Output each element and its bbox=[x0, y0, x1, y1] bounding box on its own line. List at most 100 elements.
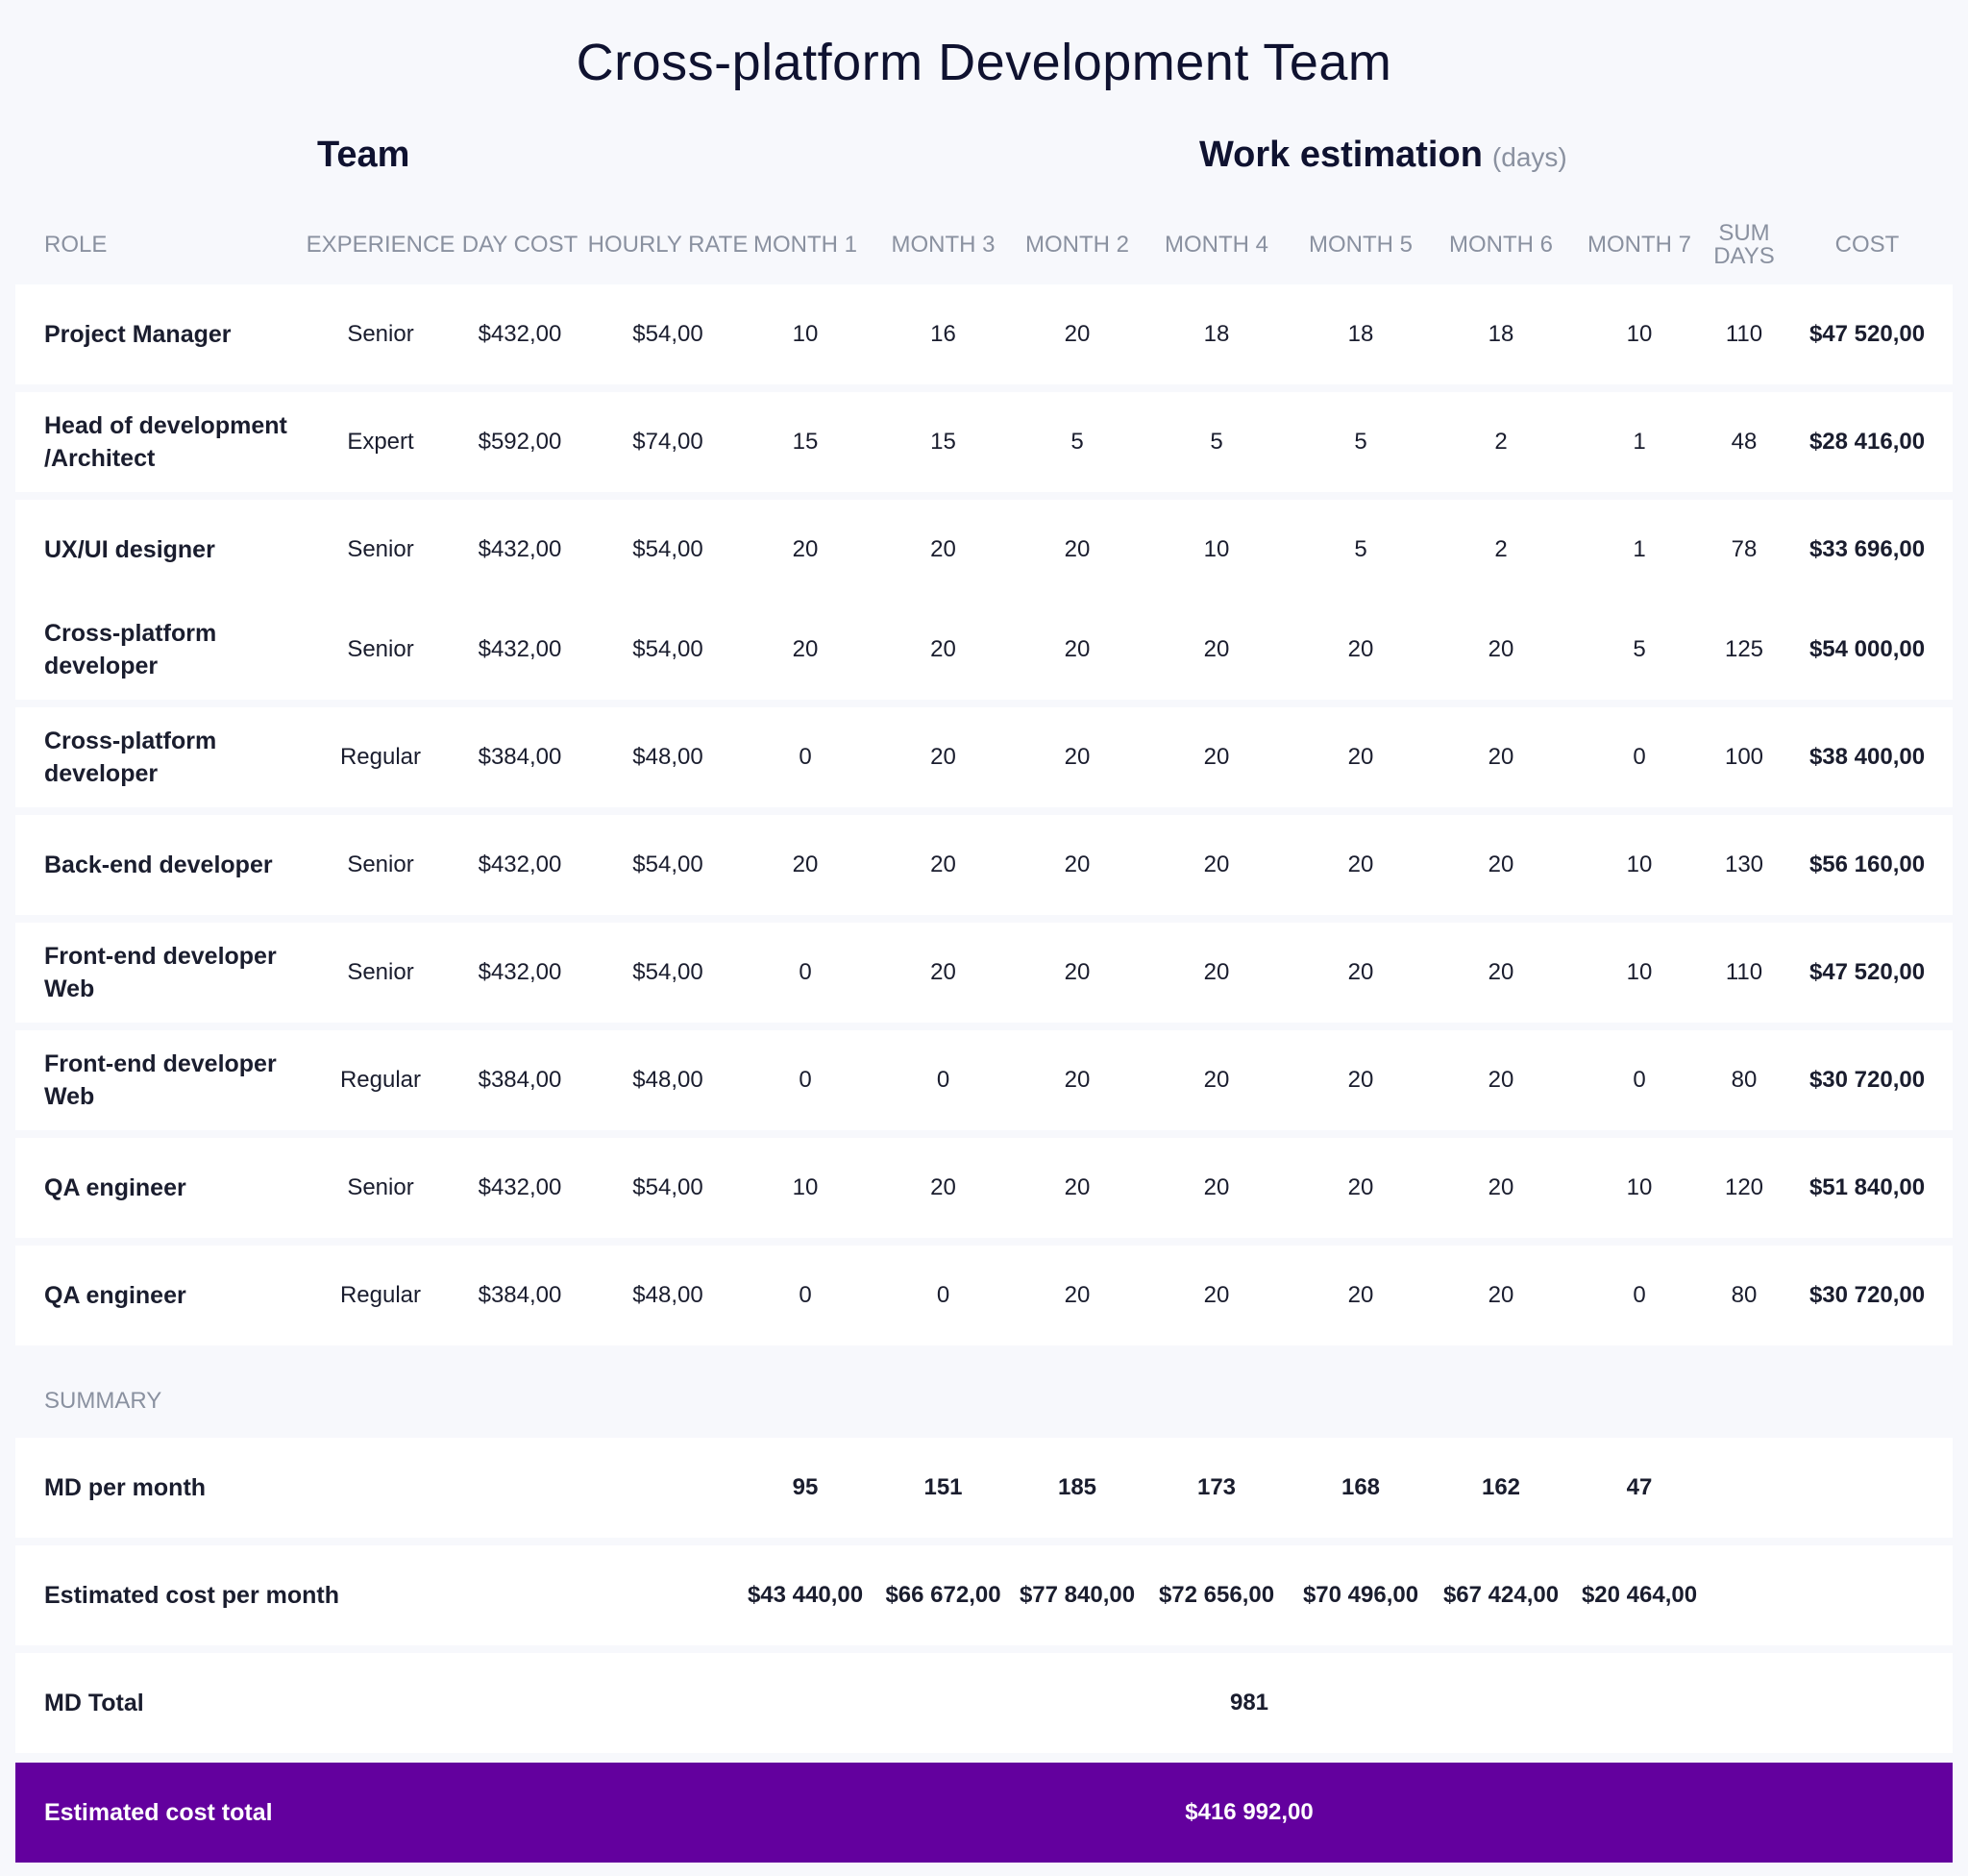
month-value-cell: 20 bbox=[930, 636, 956, 662]
month-value-cell: 20 bbox=[1064, 536, 1091, 562]
col-header-m4: MONTH 4 bbox=[1165, 232, 1268, 258]
cost-month-value: $20 464,00 bbox=[1581, 1582, 1698, 1608]
month-value-cell: 16 bbox=[930, 321, 956, 347]
month-value-cell: 2 bbox=[1494, 429, 1508, 455]
cost-per-month-row-label: Estimated cost per month bbox=[44, 1582, 339, 1609]
month-value-cell: 20 bbox=[1347, 852, 1374, 877]
month-value-cell: 20 bbox=[1064, 744, 1091, 770]
page-title: Cross-platform Development Team bbox=[576, 34, 1392, 91]
role-cell: Head of development /Architect bbox=[44, 412, 287, 472]
month-value-cell: 0 bbox=[936, 1067, 950, 1093]
cost-cell: $56 160,00 bbox=[1808, 852, 1926, 877]
month-value-cell: 20 bbox=[930, 1174, 956, 1200]
cost-month-value: $43 440,00 bbox=[747, 1582, 864, 1608]
day-cost-cell: $432,00 bbox=[478, 959, 562, 985]
cost-cell: $54 000,00 bbox=[1808, 636, 1926, 662]
month-value-cell: 20 bbox=[1347, 744, 1374, 770]
sum-days-cell: 80 bbox=[1731, 1282, 1758, 1308]
experience-cell: Senior bbox=[347, 321, 414, 347]
cost-month-value: $70 496,00 bbox=[1302, 1582, 1419, 1608]
table-row: QA engineer Regular $384,00 $48,00 0 0 20 20 20 2… bbox=[15, 1246, 1953, 1345]
summary-label: SUMMARY bbox=[44, 1388, 162, 1414]
cost-per-month-row: Estimated cost per month $43 440,00 $66 67… bbox=[15, 1545, 1953, 1645]
month-value-cell: 20 bbox=[1064, 1067, 1091, 1093]
md-month-value: 185 bbox=[1057, 1474, 1097, 1500]
hourly-rate-cell: $54,00 bbox=[632, 852, 703, 877]
md-month-value: 47 bbox=[1626, 1474, 1653, 1500]
role-cell: UX/UI designer bbox=[44, 536, 215, 563]
table-row: UX/UI designer Senior $432,00 $54,00 20 20 20 1… bbox=[15, 500, 1953, 600]
month-value-cell: 5 bbox=[1354, 536, 1367, 562]
estimated-cost-total-row: Estimated cost total $416 992,00 bbox=[15, 1763, 1953, 1863]
month-value-cell: 20 bbox=[1203, 636, 1230, 662]
sum-days-cell: 110 bbox=[1725, 959, 1763, 985]
work-unit-label: (days) bbox=[1491, 142, 1567, 172]
month-value-cell: 15 bbox=[930, 429, 956, 455]
month-value-cell: 20 bbox=[1488, 959, 1514, 985]
month-value-cell: 18 bbox=[1347, 321, 1374, 347]
experience-cell: Regular bbox=[339, 1067, 422, 1093]
role-cell: Cross-platform developer bbox=[44, 728, 217, 787]
table-row: Head of development /Architect Expert $592… bbox=[15, 392, 1953, 492]
cost-month-value: $66 672,00 bbox=[885, 1582, 1001, 1608]
month-value-cell: 20 bbox=[930, 744, 956, 770]
cost-cell: $38 400,00 bbox=[1808, 744, 1926, 770]
month-value-cell: 0 bbox=[1633, 1067, 1646, 1093]
col-header-m2: MONTH 2 bbox=[1025, 232, 1129, 258]
day-cost-cell: $384,00 bbox=[478, 1282, 562, 1308]
work-title-text: Work estimation bbox=[1199, 135, 1483, 175]
role-cell: QA engineer bbox=[44, 1282, 186, 1309]
hourly-rate-cell: $48,00 bbox=[632, 744, 703, 770]
month-value-cell: 0 bbox=[799, 744, 812, 770]
month-value-cell: 20 bbox=[1064, 1282, 1091, 1308]
month-value-cell: 10 bbox=[1626, 1174, 1653, 1200]
table-row: Front-end developer Web Senior $432,00 $54,… bbox=[15, 923, 1953, 1023]
month-value-cell: 10 bbox=[1626, 852, 1653, 877]
md-month-value: 95 bbox=[792, 1474, 819, 1500]
table-row: Project Manager Senior $432,00 $54,00 10 16 20… bbox=[15, 284, 1953, 384]
day-cost-cell: $432,00 bbox=[478, 321, 562, 347]
cost-month-value: $72 656,00 bbox=[1158, 1582, 1275, 1608]
sum-days-cell: 100 bbox=[1724, 744, 1764, 770]
month-value-cell: 20 bbox=[1064, 1174, 1091, 1200]
month-value-cell: 20 bbox=[1203, 852, 1230, 877]
day-cost-cell: $384,00 bbox=[478, 744, 562, 770]
sum-days-cell: 120 bbox=[1724, 1174, 1764, 1200]
month-value-cell: 20 bbox=[792, 636, 819, 662]
month-value-cell: 5 bbox=[1070, 429, 1084, 455]
month-value-cell: 20 bbox=[1347, 636, 1374, 662]
table-row: Back-end developer Senior $432,00 $54,00 20 2… bbox=[15, 815, 1953, 915]
month-value-cell: 20 bbox=[1347, 1174, 1374, 1200]
md-per-month-row: MD per month 95 151 185 173 168 162 47 bbox=[15, 1438, 1953, 1538]
day-cost-cell: $384,00 bbox=[478, 1067, 562, 1093]
experience-cell: Regular bbox=[339, 1282, 422, 1308]
experience-cell: Senior bbox=[347, 1174, 414, 1200]
month-value-cell: 5 bbox=[1633, 636, 1646, 662]
cost-cell: $33 696,00 bbox=[1808, 536, 1926, 562]
sum-days-cell: 125 bbox=[1724, 636, 1764, 662]
md-per-month-row-label: MD per month bbox=[44, 1474, 207, 1501]
month-value-cell: 20 bbox=[930, 536, 956, 562]
month-value-cell: 5 bbox=[1354, 429, 1367, 455]
month-value-cell: 20 bbox=[1203, 1174, 1230, 1200]
col-header-m5: MONTH 5 bbox=[1309, 232, 1413, 258]
role-cell: Back-end developer bbox=[44, 852, 273, 878]
sum-days-cell: 78 bbox=[1731, 536, 1758, 562]
table-row: QA engineer Senior $432,00 $54,00 10 20 20 20 20… bbox=[15, 1138, 1953, 1238]
month-value-cell: 20 bbox=[1488, 744, 1514, 770]
hourly-rate-cell: $74,00 bbox=[632, 429, 703, 455]
hourly-rate-cell: $54,00 bbox=[632, 1174, 703, 1200]
experience-cell: Senior bbox=[347, 636, 414, 662]
sum-days-cell: 48 bbox=[1731, 429, 1758, 455]
role-cell: Front-end developer Web bbox=[44, 943, 277, 1002]
month-value-cell: 20 bbox=[1488, 1282, 1514, 1308]
team-title-text: Team bbox=[317, 135, 410, 175]
cost-month-value: $67 424,00 bbox=[1442, 1582, 1560, 1608]
cost-cell: $47 520,00 bbox=[1808, 321, 1926, 347]
month-value-cell: 10 bbox=[1203, 536, 1230, 562]
col-header-hourly-rate: HOURLY RATE bbox=[587, 232, 749, 258]
table-row: Cross-platform developer Regular $384,00 $4… bbox=[15, 707, 1953, 807]
md-month-value: 151 bbox=[923, 1474, 963, 1500]
month-value-cell: 20 bbox=[1347, 1067, 1374, 1093]
month-value-cell: 0 bbox=[799, 1067, 812, 1093]
